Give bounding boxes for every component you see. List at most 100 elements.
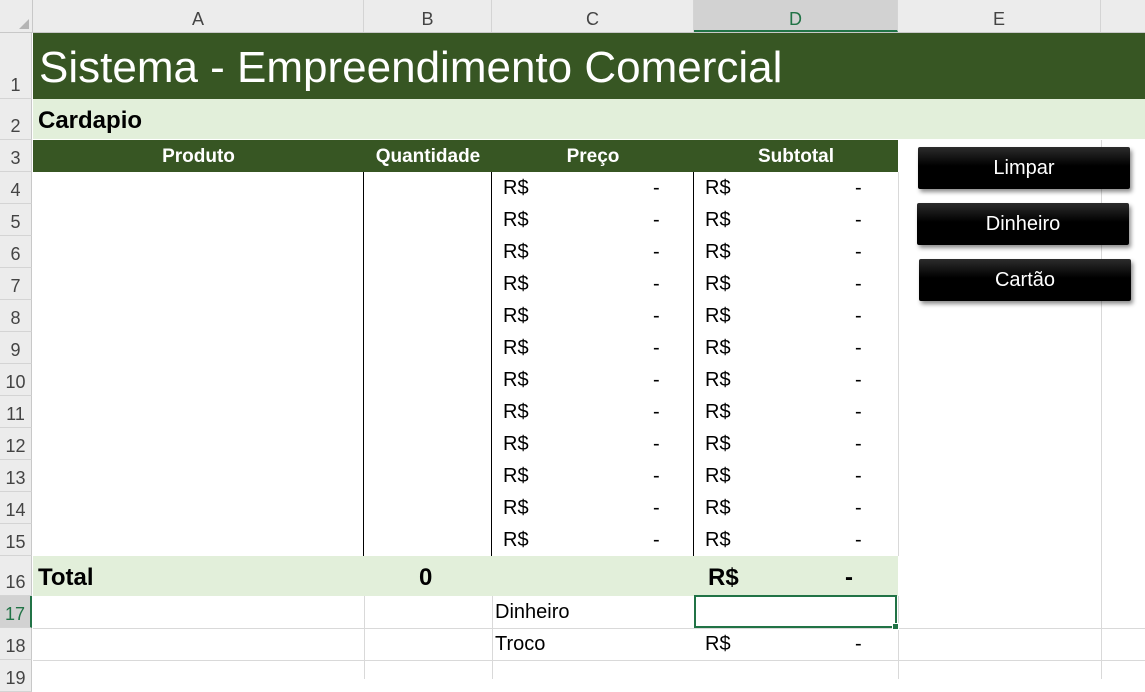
subtotal-currency: R$	[705, 209, 731, 231]
header-subtotal[interactable]: Subtotal	[694, 140, 898, 172]
troco-value: -	[855, 633, 862, 655]
row-header-19[interactable]: 19	[0, 660, 32, 692]
row-header-12[interactable]: 12	[0, 428, 32, 460]
preco-currency: R$	[503, 401, 529, 423]
subtotal-currency: R$	[705, 273, 731, 295]
column-header-b[interactable]: B	[364, 0, 492, 32]
preco-value: -	[653, 529, 660, 551]
subtotal-currency: R$	[705, 305, 731, 327]
table-row[interactable]: R$ - R$ -	[33, 364, 898, 396]
subtotal-value: -	[855, 273, 862, 295]
preco-value: -	[653, 177, 660, 199]
column-header-d[interactable]: D	[694, 0, 898, 32]
preco-currency: R$	[503, 465, 529, 487]
subtotal-currency: R$	[705, 433, 731, 455]
dinheiro-input-cell[interactable]	[694, 595, 899, 630]
table-row[interactable]: R$ - R$ -	[33, 492, 898, 524]
row-header-2[interactable]: 2	[0, 99, 32, 140]
table-row[interactable]: R$ - R$ -	[33, 236, 898, 268]
subtotal-currency: R$	[705, 529, 731, 551]
gridline	[492, 596, 493, 679]
subtotal-value: -	[855, 369, 862, 391]
total-row[interactable]	[33, 556, 898, 596]
preco-value: -	[653, 497, 660, 519]
subtotal-value: -	[855, 433, 862, 455]
cartao-button[interactable]: Cartão	[919, 259, 1131, 301]
subtotal-value: -	[855, 209, 862, 231]
table-row[interactable]: R$ - R$ -	[33, 460, 898, 492]
preco-value: -	[653, 273, 660, 295]
row-header-15[interactable]: 15	[0, 524, 32, 556]
table-row[interactable]: R$ - R$ -	[33, 428, 898, 460]
row-header-7[interactable]: 7	[0, 268, 32, 300]
subtotal-value: -	[855, 529, 862, 551]
gridline	[898, 172, 899, 556]
row-header-14[interactable]: 14	[0, 492, 32, 524]
preco-currency: R$	[503, 337, 529, 359]
table-row[interactable]: R$ - R$ -	[33, 524, 898, 556]
preco-value: -	[653, 209, 660, 231]
total-value: -	[845, 564, 853, 591]
row-header-9[interactable]: 9	[0, 332, 32, 364]
preco-currency: R$	[503, 177, 529, 199]
subtotal-currency: R$	[705, 241, 731, 263]
row-header-3[interactable]: 3	[0, 140, 32, 172]
subtotal-value: -	[855, 401, 862, 423]
preco-value: -	[653, 369, 660, 391]
gridline	[364, 596, 365, 679]
row-header-4[interactable]: 4	[0, 172, 32, 204]
preco-value: -	[653, 337, 660, 359]
gridline	[33, 628, 1145, 629]
preco-currency: R$	[503, 273, 529, 295]
row-header-8[interactable]: 8	[0, 300, 32, 332]
preco-value: -	[653, 465, 660, 487]
row-header-18[interactable]: 18	[0, 628, 32, 660]
subtotal-value: -	[855, 305, 862, 327]
gridline	[898, 596, 899, 679]
troco-label: Troco	[495, 633, 546, 655]
row-header-17[interactable]: 17	[0, 596, 32, 628]
row-header-5[interactable]: 5	[0, 204, 32, 236]
dinheiro-button[interactable]: Dinheiro	[917, 203, 1129, 245]
subtotal-value: -	[855, 241, 862, 263]
row-header-16[interactable]: 16	[0, 556, 32, 596]
preco-value: -	[653, 433, 660, 455]
preco-value: -	[653, 241, 660, 263]
preco-value: -	[653, 401, 660, 423]
header-preco[interactable]: Preço	[492, 140, 694, 172]
column-header-f[interactable]	[1101, 0, 1145, 32]
subtotal-value: -	[855, 497, 862, 519]
preco-value: -	[653, 305, 660, 327]
row-header-1[interactable]: 1	[0, 33, 32, 99]
subtotal-currency: R$	[705, 369, 731, 391]
table-row[interactable]: R$ - R$ -	[33, 268, 898, 300]
table-row[interactable]: R$ - R$ -	[33, 172, 898, 204]
table-row[interactable]: R$ - R$ -	[33, 300, 898, 332]
subtotal-value: -	[855, 337, 862, 359]
row-header-13[interactable]: 13	[0, 460, 32, 492]
table-row[interactable]: R$ - R$ -	[33, 332, 898, 364]
limpar-button[interactable]: Limpar	[918, 147, 1130, 189]
column-header-c[interactable]: C	[492, 0, 694, 32]
preco-currency: R$	[503, 529, 529, 551]
table-row[interactable]: R$ - R$ -	[33, 204, 898, 236]
preco-currency: R$	[503, 305, 529, 327]
subtotal-value: -	[855, 177, 862, 199]
row-header-10[interactable]: 10	[0, 364, 32, 396]
total-quantity: 0	[419, 564, 433, 591]
table-row[interactable]: R$ - R$ -	[33, 396, 898, 428]
row-header-11[interactable]: 11	[0, 396, 32, 428]
total-label: Total	[38, 564, 94, 591]
subtotal-value: -	[855, 465, 862, 487]
preco-currency: R$	[503, 497, 529, 519]
column-header-a[interactable]: A	[33, 0, 364, 32]
section-title-cardapio[interactable]: Cardapio	[33, 99, 1145, 139]
select-all-corner[interactable]	[0, 0, 33, 32]
page-title[interactable]: Sistema - Empreendimento Comercial	[33, 33, 1145, 99]
header-produto[interactable]: Produto	[33, 140, 364, 172]
gridline	[33, 660, 1145, 661]
header-quantidade[interactable]: Quantidade	[364, 140, 492, 172]
row-header-6[interactable]: 6	[0, 236, 32, 268]
column-header-e[interactable]: E	[898, 0, 1101, 32]
troco-currency: R$	[705, 633, 731, 655]
